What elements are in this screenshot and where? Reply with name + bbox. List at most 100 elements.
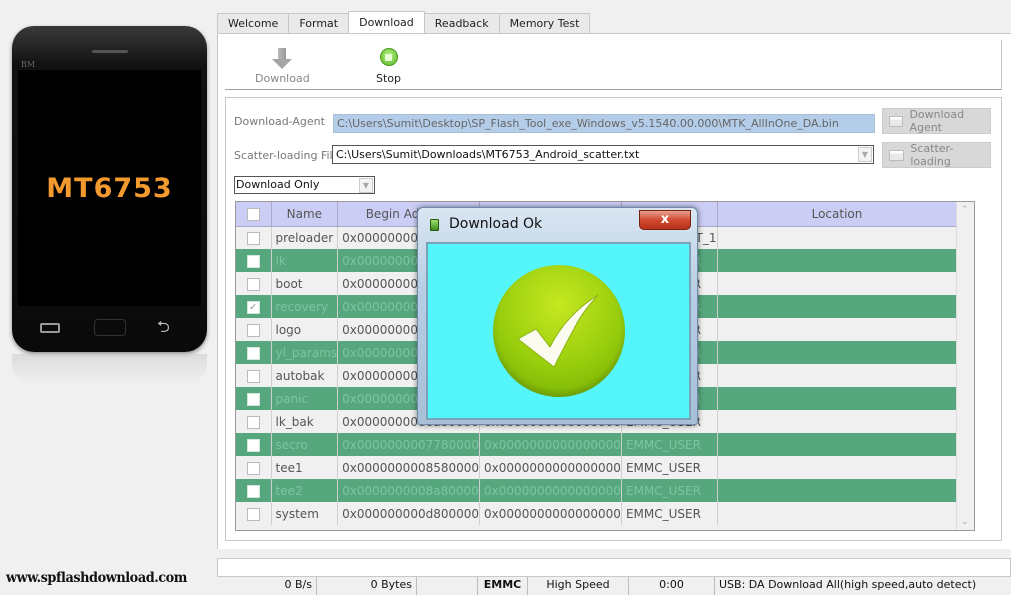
row-checkbox[interactable] — [246, 461, 260, 475]
download-mode-value: Download Only — [236, 178, 320, 191]
row-checkbox-cell[interactable] — [236, 318, 272, 341]
row-checkbox-cell[interactable] — [236, 272, 272, 295]
table-row[interactable]: system 0x000000000d800000 0x00000000000000… — [236, 502, 958, 525]
success-badge — [492, 265, 625, 397]
tab-readback[interactable]: Readback — [423, 13, 500, 33]
row-checkbox-cell[interactable] — [236, 433, 272, 456]
select-all-header[interactable] — [236, 202, 272, 227]
table-row[interactable]: tee1 0x0000000008580000 0x0000000000000000… — [236, 456, 958, 479]
tab-welcome[interactable]: Welcome — [217, 13, 290, 33]
scatter-file-combo[interactable]: C:\Users\Sumit\Downloads\MT6753_Android_… — [332, 145, 874, 164]
row-checkbox-cell[interactable] — [236, 226, 272, 249]
row-checkbox[interactable] — [246, 277, 260, 291]
dialog-titlebar[interactable]: Download Ok x — [418, 208, 697, 240]
location — [717, 364, 958, 387]
phone-brand: BM — [21, 60, 36, 69]
tab-divider — [217, 33, 1011, 34]
begin-address: 0x000000000d800000 — [337, 502, 481, 525]
row-checkbox-cell[interactable] — [236, 249, 272, 272]
status-bytes: 0 Bytes — [317, 577, 417, 595]
partition-name: secro — [271, 433, 339, 456]
scroll-up-icon[interactable]: ⌃ — [961, 205, 969, 215]
row-checkbox-cell[interactable] — [236, 456, 272, 479]
partition-name: autobak — [271, 364, 339, 387]
partition-name: preloader — [271, 226, 339, 249]
location — [717, 318, 958, 341]
end-address: 0x0000000000000000 — [479, 433, 622, 456]
row-checkbox[interactable] — [246, 484, 260, 498]
toolbar: Download Stop — [225, 40, 1002, 90]
row-checkbox[interactable] — [246, 507, 260, 521]
check-mark-icon — [516, 294, 598, 368]
row-checkbox-cell[interactable] — [236, 341, 272, 364]
battery-icon — [430, 219, 439, 231]
scroll-down-icon[interactable]: ⌄ — [961, 517, 969, 527]
region: EMMC_USER — [621, 456, 718, 479]
download-agent-field[interactable]: C:\Users\Sumit\Desktop\SP_Flash_Tool_exe… — [333, 114, 875, 133]
stop-icon — [379, 48, 398, 66]
download-button-label: Download — [255, 72, 310, 85]
location — [717, 226, 958, 249]
location — [717, 272, 958, 295]
phone-reflection — [12, 354, 207, 384]
row-checkbox-cell[interactable]: ✓ — [236, 295, 272, 318]
tab-download[interactable]: Download — [348, 11, 425, 33]
row-checkbox[interactable] — [246, 231, 260, 245]
end-address: 0x0000000000000000 — [479, 502, 622, 525]
row-checkbox[interactable] — [246, 392, 260, 406]
row-checkbox-cell[interactable] — [236, 387, 272, 410]
dialog-body — [426, 242, 691, 420]
row-checkbox[interactable] — [246, 438, 260, 452]
partition-name: recovery — [271, 295, 339, 318]
row-checkbox[interactable] — [246, 369, 260, 383]
progress-bar — [217, 558, 1011, 577]
row-checkbox[interactable] — [246, 415, 260, 429]
scatter-file-label: Scatter-loading File — [234, 149, 340, 162]
watermark: www.spflashdownload.com — [6, 570, 187, 586]
table-scrollbar[interactable]: ⌃ ⌄ — [956, 202, 974, 530]
location — [717, 502, 958, 525]
partition-name: boot — [271, 272, 339, 295]
location — [717, 433, 958, 456]
phone-illustration: BM MT6753 ⮌ — [12, 26, 207, 352]
row-checkbox-cell[interactable] — [236, 502, 272, 525]
download-agent-button-label: Download Agent — [909, 108, 965, 134]
row-checkbox-cell[interactable] — [236, 364, 272, 387]
row-checkbox[interactable]: ✓ — [246, 300, 260, 314]
status-time: 0:00 — [629, 577, 715, 595]
download-arrow-icon — [272, 48, 293, 70]
chevron-down-icon[interactable]: ▼ — [359, 178, 373, 193]
stop-button[interactable]: Stop — [376, 48, 401, 85]
location — [717, 479, 958, 502]
column-header-location[interactable]: Location — [717, 202, 958, 227]
row-checkbox[interactable] — [246, 254, 260, 268]
partition-name: lk — [271, 249, 339, 272]
tab-format[interactable]: Format — [288, 13, 350, 33]
download-mode-select[interactable]: Download Only ▼ — [234, 176, 375, 194]
status-speed: 0 B/s — [217, 577, 317, 595]
status-empty — [417, 577, 478, 595]
tab-memory-test[interactable]: Memory Test — [498, 13, 591, 33]
status-mode: High Speed — [528, 577, 629, 595]
chevron-down-icon[interactable]: ▼ — [858, 147, 872, 162]
location — [717, 295, 958, 318]
row-checkbox-cell[interactable] — [236, 410, 272, 433]
select-all-checkbox[interactable] — [246, 207, 260, 221]
download-agent-button[interactable]: Download Agent — [882, 108, 991, 134]
phone-speaker — [92, 50, 128, 53]
row-checkbox[interactable] — [246, 346, 260, 360]
table-row[interactable]: secro 0x0000000007780000 0x000000000000000… — [236, 433, 958, 456]
scatter-loading-button[interactable]: Scatter-loading — [882, 142, 991, 168]
status-usb: USB: DA Download All(high speed,auto det… — [719, 578, 977, 591]
dialog-close-button[interactable]: x — [639, 210, 691, 230]
row-checkbox[interactable] — [246, 323, 260, 337]
column-header-name[interactable]: Name — [271, 202, 339, 227]
folder-icon — [889, 115, 904, 127]
table-row[interactable]: tee2 0x0000000008a80000 0x0000000000000000… — [236, 479, 958, 502]
phone-menu-icon — [40, 323, 60, 333]
stop-button-label: Stop — [376, 72, 402, 85]
row-checkbox-cell[interactable] — [236, 479, 272, 502]
partition-name: yl_params — [271, 341, 339, 364]
download-button[interactable]: Download — [255, 48, 310, 85]
partition-name: panic — [271, 387, 339, 410]
